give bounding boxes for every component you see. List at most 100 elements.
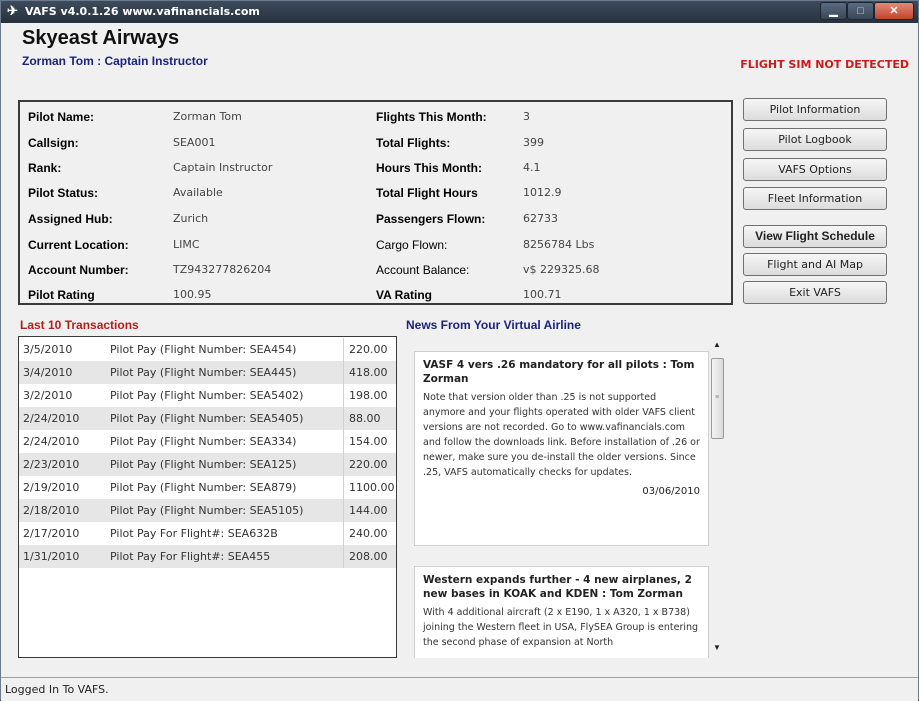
table-row[interactable]: 1/31/2010 Pilot Pay For Flight#: SEA455 20… (19, 545, 396, 568)
table-row[interactable]: 3/4/2010 Pilot Pay (Flight Number: SEA445… (19, 361, 396, 384)
tx-amount: 418.00 (349, 366, 388, 379)
column-divider (343, 453, 344, 476)
column-divider (343, 384, 344, 407)
table-row[interactable]: 2/24/2010 Pilot Pay (Flight Number: SEA33… (19, 430, 396, 453)
table-row[interactable]: 2/23/2010 Pilot Pay (Flight Number: SEA12… (19, 453, 396, 476)
table-row[interactable]: 2/18/2010 Pilot Pay (Flight Number: SEA51… (19, 499, 396, 522)
va-rating-label: VA Rating (376, 288, 432, 302)
tx-date: 3/4/2010 (23, 366, 73, 379)
pilot-name-label: Pilot Name: (28, 110, 95, 124)
current-location-label: Current Location: (28, 238, 129, 252)
flights-this-month-value: 3 (523, 110, 530, 123)
news-feed[interactable]: VASF 4 vers .26 mandatory for all pilots… (404, 336, 724, 658)
maximize-button[interactable]: □ (847, 2, 874, 20)
close-button[interactable]: ✕ (874, 2, 914, 20)
column-divider (343, 545, 344, 568)
total-flights-label: Total Flights: (376, 136, 451, 150)
table-row[interactable]: 2/24/2010 Pilot Pay (Flight Number: SEA54… (19, 407, 396, 430)
view-flight-schedule-button[interactable]: View Flight Schedule (743, 225, 887, 248)
callsign-value: SEA001 (173, 136, 216, 149)
current-location-value: LIMC (173, 238, 200, 251)
grip-icon: ≡ (715, 394, 720, 401)
tx-description: Pilot Pay (Flight Number: SEA334) (110, 435, 297, 448)
tx-date: 2/17/2010 (23, 527, 80, 540)
news-body: With 4 additional aircraft (2 x E190, 1 … (423, 607, 699, 648)
assigned-hub-label: Assigned Hub: (28, 212, 113, 226)
vafs-options-button[interactable]: VAFS Options (743, 158, 887, 181)
tx-description: Pilot Pay (Flight Number: SEA879) (110, 481, 297, 494)
cargo-flown-label: Cargo Flown: (376, 238, 448, 252)
passengers-flown-value: 62733 (523, 212, 558, 225)
tx-description: Pilot Pay (Flight Number: SEA5405) (110, 412, 304, 425)
flight-and-ai-map-button[interactable]: Flight and AI Map (743, 253, 887, 276)
account-balance-value: v$ 229325.68 (523, 263, 600, 276)
pilot-status-label: Pilot Status: (28, 186, 99, 200)
minimize-button[interactable]: ▁ (820, 2, 847, 20)
table-row[interactable]: 3/2/2010 Pilot Pay (Flight Number: SEA540… (19, 384, 396, 407)
airline-name: Skyeast Airways (22, 27, 180, 49)
pilot-information-button[interactable]: Pilot Information (743, 98, 887, 121)
pilot-status-value: Available (173, 186, 223, 199)
tx-description: Pilot Pay (Flight Number: SEA5402) (110, 389, 304, 402)
tx-amount: 220.00 (349, 458, 388, 471)
tx-date: 2/24/2010 (23, 412, 80, 425)
tx-date: 2/23/2010 (23, 458, 80, 471)
total-flight-hours-label: Total Flight Hours (376, 186, 478, 200)
tx-amount: 88.00 (349, 412, 381, 425)
tx-amount: 240.00 (349, 527, 388, 540)
news-headline: VASF 4 vers .26 mandatory for all pilots… (423, 359, 695, 385)
tx-description: Pilot Pay (Flight Number: SEA125) (110, 458, 297, 471)
title-bar[interactable]: ✈ VAFS v4.0.1.26 www.vafinancials.com ▁ … (1, 1, 918, 23)
tx-amount: 1100.00 (349, 481, 395, 494)
airplane-icon: ✈ (7, 3, 18, 18)
pilot-info-panel: Pilot Name: Zorman Tom Callsign: SEA001 … (18, 100, 733, 305)
tx-description: Pilot Pay (Flight Number: SEA5105) (110, 504, 304, 517)
hours-this-month-value: 4.1 (523, 161, 541, 174)
total-flights-value: 399 (523, 136, 544, 149)
account-number-label: Account Number: (28, 263, 129, 277)
tx-date: 3/2/2010 (23, 389, 73, 402)
news-item[interactable]: Western expands further - 4 new airplane… (414, 566, 709, 658)
transactions-list[interactable]: 3/5/2010 Pilot Pay (Flight Number: SEA454… (18, 336, 397, 658)
news-scrollbar[interactable]: ▲ ≡ ▼ (709, 336, 727, 658)
exit-vafs-button[interactable]: Exit VAFS (743, 281, 887, 304)
pilot-rating-value: 100.95 (173, 288, 212, 301)
column-divider (343, 522, 344, 545)
va-rating-value: 100.71 (523, 288, 562, 301)
callsign-label: Callsign: (28, 136, 79, 150)
tx-amount: 208.00 (349, 550, 388, 563)
status-text: Logged In To VAFS. (5, 683, 109, 696)
minimize-icon: ▁ (829, 5, 838, 17)
hours-this-month-label: Hours This Month: (376, 161, 482, 175)
table-row[interactable]: 2/17/2010 Pilot Pay For Flight#: SEA632B 2… (19, 522, 396, 545)
rank-label: Rank: (28, 161, 62, 175)
pilot-logbook-button[interactable]: Pilot Logbook (743, 128, 887, 151)
tx-amount: 144.00 (349, 504, 388, 517)
window-title: VAFS v4.0.1.26 www.vafinancials.com (25, 5, 260, 18)
news-item[interactable]: VASF 4 vers .26 mandatory for all pilots… (414, 351, 709, 546)
tx-amount: 220.00 (349, 343, 388, 356)
column-divider (343, 407, 344, 430)
column-divider (343, 338, 344, 361)
fleet-information-button[interactable]: Fleet Information (743, 187, 887, 210)
total-flight-hours-value: 1012.9 (523, 186, 562, 199)
assigned-hub-value: Zurich (173, 212, 209, 225)
tx-amount: 154.00 (349, 435, 388, 448)
tx-date: 3/5/2010 (23, 343, 73, 356)
scroll-thumb[interactable]: ≡ (711, 358, 724, 439)
close-icon: ✕ (889, 5, 899, 17)
column-divider (343, 430, 344, 453)
tx-description: Pilot Pay (Flight Number: SEA445) (110, 366, 297, 379)
scroll-up-arrow-icon[interactable]: ▲ (713, 340, 721, 349)
column-divider (343, 476, 344, 499)
pilot-subtitle: Zorman Tom : Captain Instructor (22, 54, 208, 68)
rank-value: Captain Instructor (173, 161, 273, 174)
scroll-down-arrow-icon[interactable]: ▼ (713, 643, 721, 652)
table-row[interactable]: 2/19/2010 Pilot Pay (Flight Number: SEA87… (19, 476, 396, 499)
table-row[interactable]: 3/5/2010 Pilot Pay (Flight Number: SEA454… (19, 338, 396, 361)
news-headline: Western expands further - 4 new airplane… (423, 574, 692, 600)
cargo-flown-value: 8256784 Lbs (523, 238, 595, 251)
transactions-title: Last 10 Transactions (20, 318, 139, 332)
news-title: News From Your Virtual Airline (406, 318, 581, 332)
passengers-flown-label: Passengers Flown: (376, 212, 486, 226)
